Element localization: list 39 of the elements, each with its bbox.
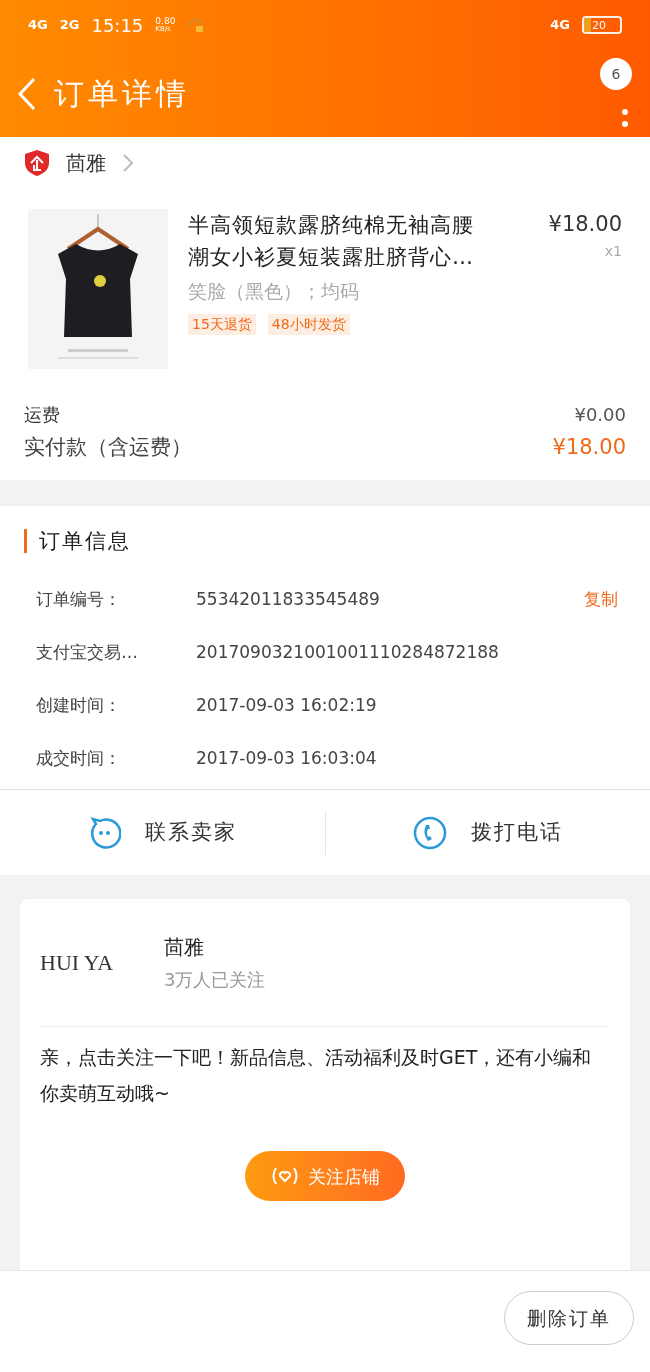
total-amount: ¥18.00 [552, 434, 626, 461]
network-indicator: 4G [550, 16, 570, 35]
field-value: 2017090321001001110284872188 [196, 640, 500, 664]
product-tag: 48小时发货 [267, 313, 350, 335]
field-label: 订单编号： [36, 587, 122, 611]
field-label: 成交时间： [36, 746, 122, 770]
chevron-icon [122, 153, 134, 173]
phone-icon [412, 815, 447, 850]
follower-count: 3万人已关注 [164, 968, 266, 992]
shield-icon [24, 149, 50, 177]
headset-icon [187, 16, 206, 34]
shop-name: 茴雅 [164, 934, 205, 961]
fee-label: 实付款（含运费） [24, 434, 192, 461]
product-title: 半高领短款露脐纯棉无袖高腰潮女小衫夏短装露肚脐背心… [188, 212, 475, 271]
follow-message: 亲，点击关注一下吧！新品信息、活动福利及时GET，还有小编和你卖萌互动哦~ [40, 1045, 593, 1106]
fee-amount: ¥0.00 [574, 403, 626, 427]
field-value: 2017-09-03 16:03:04 [196, 746, 378, 770]
product-tag: 15天退货 [188, 313, 256, 335]
notification-badge: 6 [600, 58, 632, 90]
network-indicator: 4G [28, 16, 48, 35]
field-value: 2017-09-03 16:02:19 [196, 693, 378, 717]
contact-seller-button[interactable]: 联系卖家 [0, 810, 325, 855]
battery-icon: 20 [582, 16, 622, 34]
field-label: 支付宝交易… [36, 640, 139, 664]
heart-signal-icon [270, 1165, 300, 1187]
fee-label: 运费 [24, 403, 60, 427]
shop-row[interactable]: 茴雅 [0, 137, 650, 189]
field-label: 创建时间： [36, 693, 122, 717]
clock: 15:15 [91, 13, 144, 38]
shop-logo: HUI YA [40, 949, 115, 977]
section-title: 订单信息 [39, 527, 131, 555]
field-value: 55342011833545489 [196, 587, 381, 611]
product-quantity: x1 [604, 241, 622, 261]
call-button[interactable]: 拨打电话 [324, 810, 650, 855]
product-variant: 笑脸（黑色）；均码 [188, 279, 360, 304]
page-title: 订单详情 [54, 75, 190, 113]
network-indicator: 2G [59, 16, 80, 35]
product-price: ¥18.00 [548, 211, 622, 238]
speed-value: 0.80 [155, 17, 176, 26]
